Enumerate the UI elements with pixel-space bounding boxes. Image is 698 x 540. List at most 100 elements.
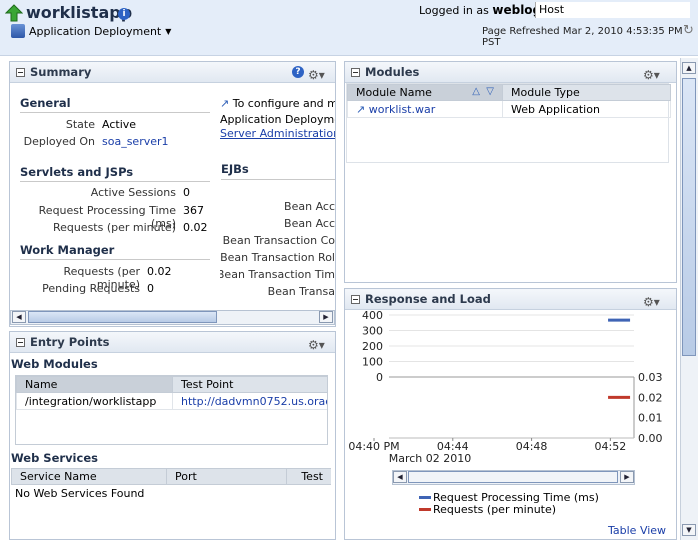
scroll-down-icon[interactable]: ▼ — [682, 524, 696, 536]
page-scroll-thumb[interactable] — [682, 78, 696, 356]
left-axis-tick-label: 300 — [362, 325, 383, 338]
collapse-summary-icon[interactable] — [16, 68, 25, 77]
column-header-test[interactable]: Test — [286, 468, 331, 485]
sort-descending-icon[interactable]: ▽ — [486, 86, 494, 97]
right-axis-tick-label: 0.00 — [638, 432, 663, 445]
configure-line-1: To configure and ma — [232, 97, 335, 110]
response-and-load-panel-header: Response and Load ⚙▾ — [345, 289, 676, 310]
server-administration-link[interactable]: Server Administration Co — [220, 127, 335, 140]
summary-title: Summary — [30, 65, 92, 79]
home-arrow-icon[interactable] — [5, 4, 23, 22]
left-axis-tick-label: 100 — [362, 356, 383, 369]
web-services-table: Service Name Port Test No Web Services F… — [11, 468, 331, 538]
collapse-entry-points-icon[interactable] — [16, 338, 25, 347]
right-axis-tick-label: 0.01 — [638, 412, 663, 425]
no-web-services-text: No Web Services Found — [15, 487, 145, 500]
external-link-icon: ↗ — [356, 102, 366, 116]
info-icon[interactable]: i — [118, 8, 130, 20]
chart-scroll-left-icon[interactable]: ◀ — [393, 471, 407, 483]
pending-requests-label: Pending Requests — [42, 282, 140, 295]
configure-text-1: ↗ To configure and ma — [220, 97, 335, 110]
request-processing-time-value: 367 — [183, 204, 204, 217]
web-modules-table: Name Test Point /integration/worklistapp… — [15, 375, 328, 445]
module-name-link[interactable]: worklist.war — [369, 103, 436, 116]
scroll-thumb[interactable] — [28, 311, 217, 323]
web-module-test-point-link[interactable]: http://dadvmn0752.us.oracle. — [172, 392, 327, 410]
deployed-on-link[interactable]: soa_server1 — [102, 135, 169, 148]
modules-table: Module Name △ ▽ Module Type ↗ worklist.w… — [346, 83, 671, 163]
web-modules-heading: Web Modules — [11, 357, 98, 371]
collapse-modules-icon[interactable] — [351, 68, 360, 77]
scroll-up-icon[interactable]: ▲ — [682, 62, 696, 74]
table-view-link[interactable]: Table View — [608, 524, 666, 537]
column-header-module-type[interactable]: Module Type — [502, 84, 671, 101]
ejb-label: Bean Acc — [284, 200, 335, 213]
ejbs-heading: EJBs — [221, 162, 249, 176]
host-field[interactable]: Host — [535, 2, 690, 18]
general-heading: General — [20, 96, 71, 110]
chevron-down-icon: ▼ — [165, 26, 172, 36]
wm-requests-value: 0.02 — [147, 265, 172, 278]
response-and-load-title: Response and Load — [365, 292, 491, 306]
configure-text-2: Application Deployment, — [220, 113, 335, 126]
ejb-label: Bean Transaction Tim — [220, 268, 335, 281]
deployment-icon — [11, 24, 25, 38]
column-header-module-name[interactable]: Module Name △ ▽ — [347, 84, 503, 101]
deploy-menu-label: Application Deployment — [29, 24, 162, 38]
column-header-service-name[interactable]: Service Name — [11, 468, 167, 485]
chart-scroll-thumb[interactable] — [408, 471, 618, 483]
help-icon[interactable]: ? — [292, 66, 304, 78]
column-header-port[interactable]: Port — [166, 468, 287, 485]
divider — [20, 112, 210, 113]
application-deployment-menu[interactable]: Application Deployment ▼ — [11, 24, 171, 38]
column-header-name[interactable]: Name — [16, 376, 173, 393]
logged-in-info: Logged in as weblogic — [419, 3, 552, 17]
gear-icon[interactable]: ⚙▾ — [308, 65, 325, 85]
x-axis-sublabel: March 02 2010 — [389, 452, 472, 465]
ejb-label: Bean Transaction Co — [222, 234, 335, 247]
legend-swatch-red — [419, 508, 431, 511]
entry-points-title: Entry Points — [30, 335, 110, 349]
logged-in-prefix: Logged in as — [419, 4, 489, 17]
table-row[interactable]: ↗ worklist.war Web Application — [347, 100, 671, 118]
ejb-label: Bean Acc — [284, 217, 335, 230]
web-module-name: /integration/worklistapp — [16, 392, 173, 410]
active-sessions-value: 0 — [183, 186, 190, 199]
summary-right-column: ↗ To configure and ma Application Deploy… — [220, 96, 335, 304]
modules-title: Modules — [365, 65, 420, 79]
gear-icon[interactable]: ⚙▾ — [643, 65, 660, 85]
right-axis-tick-label: 0.02 — [638, 391, 663, 404]
left-axis-tick-label: 200 — [362, 340, 383, 353]
external-link-icon: ↗ — [220, 97, 230, 110]
state-label: State — [65, 118, 95, 131]
x-axis-tick-label: 04:52 — [595, 440, 627, 453]
divider — [20, 259, 210, 260]
divider — [20, 181, 210, 182]
modules-panel-header: Modules ⚙▾ — [345, 62, 676, 83]
table-row[interactable]: /integration/worklistapp http://dadvmn07… — [16, 392, 327, 410]
host-label: Host — [539, 3, 565, 16]
servlets-heading: Servlets and JSPs — [20, 165, 134, 179]
left-axis-tick-label: 0 — [376, 371, 383, 384]
scroll-right-icon[interactable]: ▶ — [319, 311, 333, 323]
web-services-heading: Web Services — [11, 451, 98, 465]
collapse-response-load-icon[interactable] — [351, 295, 360, 304]
state-value: Active — [102, 118, 137, 131]
page-title: worklistapp — [26, 3, 133, 22]
module-type-cell: Web Application — [502, 100, 671, 118]
module-name-header-label: Module Name — [356, 86, 432, 99]
sort-ascending-icon[interactable]: △ — [472, 86, 480, 97]
gear-icon[interactable]: ⚙▾ — [308, 335, 325, 355]
page-refreshed-text: Page Refreshed Mar 2, 2010 4:53:35 PM PS… — [482, 26, 683, 48]
column-header-test-point[interactable]: Test Point — [172, 376, 327, 393]
refresh-icon[interactable]: ↻ — [683, 23, 694, 38]
scroll-left-icon[interactable]: ◀ — [12, 311, 26, 323]
requests-per-minute-value: 0.02 — [183, 221, 208, 234]
chart-scroll-right-icon[interactable]: ▶ — [620, 471, 634, 483]
module-name-cell: ↗ worklist.war — [347, 100, 503, 118]
response-load-chart: 4003002001000 0.030.020.010.0004:40 PM 04:… — [348, 309, 663, 465]
legend-item: Requests (per minute) — [419, 503, 556, 516]
ejb-label: Bean Transa — [267, 285, 335, 298]
summary-panel-header: Summary ? ⚙▾ — [10, 62, 335, 83]
divider — [221, 179, 335, 180]
